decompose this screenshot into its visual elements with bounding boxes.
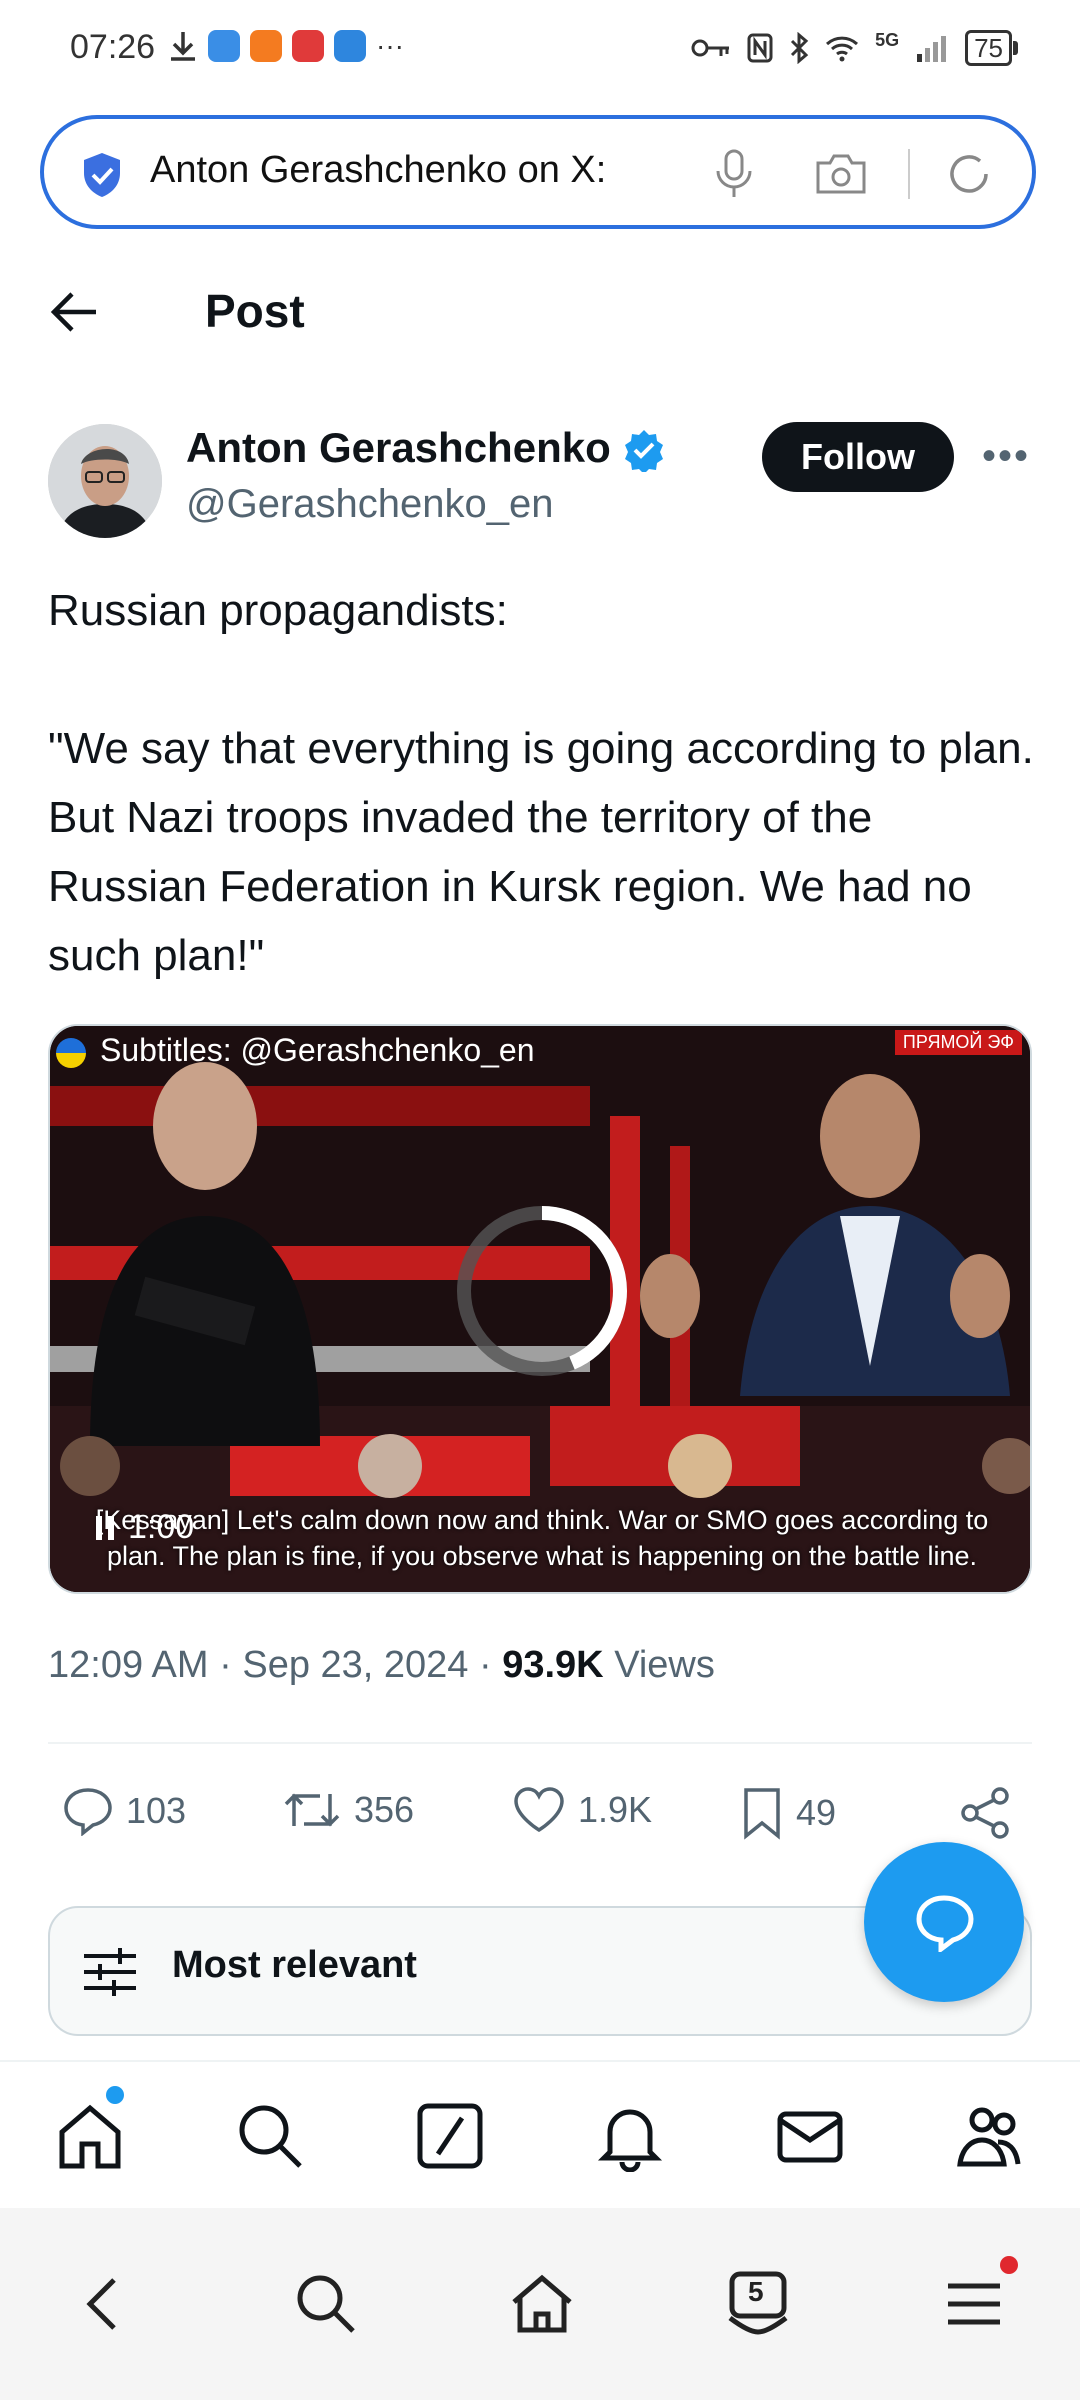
address-divider [908,149,910,199]
app-notification-icon [208,30,240,62]
bottom-nav [0,2060,1080,2210]
post-header [0,250,1080,380]
page-title: Post [205,285,305,337]
home-icon[interactable] [506,2268,578,2340]
messages-icon[interactable] [774,2100,846,2172]
key-icon [691,39,730,57]
status-bar: 07:26 ··· 5G 75 [0,0,1080,100]
meta-separator: · [479,1644,503,1686]
reply-icon [64,1788,112,1836]
nfc-icon [747,33,773,63]
sort-label: Most relevant [172,1944,417,1986]
tabs-button[interactable]: 5 [722,2268,794,2340]
video-player[interactable]: Subtitles: @Gerashchenko_en ПРЯМОЙ ЭФ [K… [48,1024,1032,1594]
reply-bubble-icon [916,1895,974,1952]
reply-count: 103 [126,1790,187,1831]
meta-separator: · [219,1644,243,1686]
post-time: 12:09 AM [48,1644,209,1686]
reload-icon[interactable] [946,151,992,197]
live-badge: ПРЯМОЙ ЭФ [894,1030,1022,1055]
avatar[interactable] [48,424,162,538]
tabs-count: 5 [748,2276,764,2307]
divider [48,1742,1032,1744]
battery-indicator: 75 [965,30,1018,66]
avatar-portrait [48,424,162,538]
pause-icon[interactable] [94,1514,116,1542]
post-meta: 12:09 AM · Sep 23, 2024 · 93.9K Views [48,1644,715,1687]
verified-badge-icon [625,430,663,472]
compose-reply-fab[interactable] [864,1842,1024,2002]
status-notification-icons: ··· [168,30,404,62]
search-icon[interactable] [234,2100,306,2172]
like-button[interactable]: 1.9K [512,1786,652,1834]
notification-dot [106,2086,124,2104]
signal-icon [917,36,947,62]
reply-button[interactable]: 103 [62,1786,186,1836]
address-bar[interactable]: Anton Gerashchenko on X: [40,115,1036,229]
follow-button[interactable]: Follow [762,422,954,492]
bluetooth-icon [791,32,809,64]
network-type: 5G [875,30,900,50]
video-caption-line: [Kessayan] Let's calm down now and think… [95,1505,989,1535]
menu-badge-dot [1000,2256,1018,2274]
views-count[interactable]: 93.9K [502,1644,603,1686]
app-notification-icon [334,30,366,62]
camera-icon[interactable] [814,153,868,195]
communities-icon[interactable] [954,2100,1026,2172]
video-subtitle-credit: Subtitles: @Gerashchenko_en [100,1032,535,1068]
bookmark-icon [744,1788,780,1840]
sliders-icon [84,1948,136,1996]
home-icon[interactable] [54,2100,126,2172]
search-icon[interactable] [290,2268,362,2340]
microphone-icon[interactable] [714,149,754,199]
video-duration: 1:00 [128,1508,195,1546]
author-handle[interactable]: @Gerashchenko_en [186,482,554,527]
like-count: 1.9K [578,1789,653,1830]
share-icon[interactable] [958,1786,1012,1840]
views-label: Views [614,1644,715,1686]
back-arrow-icon[interactable] [50,290,98,334]
shield-check-icon [84,153,120,197]
repost-count: 356 [354,1789,415,1830]
status-time: 07:26 [70,28,156,66]
menu-icon[interactable] [938,2268,1010,2340]
wifi-icon [826,36,859,62]
bookmark-button[interactable]: 49 [740,1786,836,1840]
video-caption-line: plan. The plan is fine, if you observe w… [106,1541,978,1571]
video-caption: [Kessayan] Let's calm down now and think… [50,1502,1030,1574]
ukraine-flag-icon [56,1038,86,1068]
author-name[interactable]: Anton Gerashchenko [186,424,611,472]
status-system-icons: 5G 75 [691,30,1018,66]
heart-icon [514,1787,564,1833]
notifications-icon[interactable] [594,2100,666,2172]
back-icon[interactable] [70,2268,142,2340]
more-options-icon[interactable]: ••• [982,434,1030,479]
more-notifications-icon: ··· [376,30,404,61]
app-notification-icon [250,30,282,62]
grok-icon[interactable] [414,2100,486,2172]
tweet-text: Russian propagandists: "We say that ever… [48,586,1034,980]
bookmark-count: 49 [796,1792,837,1833]
repost-icon [284,1793,340,1827]
app-notification-icon [292,30,324,62]
video-playback-controls[interactable]: 1:00 [94,1508,194,1547]
post-date: Sep 23, 2024 [242,1644,469,1686]
repost-button[interactable]: 356 [282,1786,414,1834]
address-text: Anton Gerashchenko on X: [150,149,607,191]
download-icon [171,32,195,61]
